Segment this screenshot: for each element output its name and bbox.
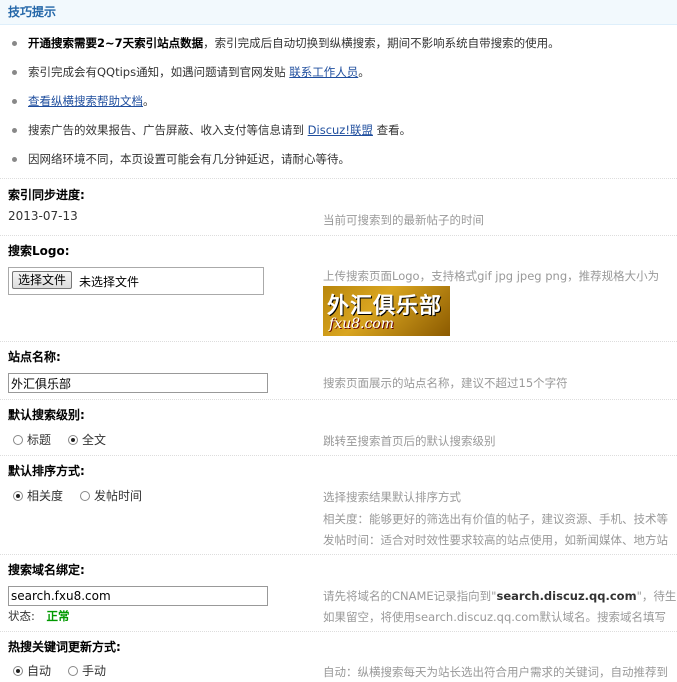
default-level-label: 默认搜索级别: <box>8 408 85 422</box>
logo-text-en: fxu8.com <box>329 316 394 332</box>
radio-label: 相关度 <box>27 489 64 503</box>
file-status-text: 未选择文件 <box>79 275 140 289</box>
tip-text: 因网络环境不同，本页设置可能会有几分钟延迟，请耐心等待。 <box>28 152 350 166</box>
radio-label: 手动 <box>82 664 107 678</box>
site-name-tip: 搜索页面展示的站点名称，建议不超过15个字符 <box>323 376 568 390</box>
divider <box>0 631 677 632</box>
tip-item: 查看纵横搜索帮助文档。 <box>0 87 677 116</box>
default-sort-tip-time: 发帖时间：适合对时效性要求较高的站点使用，如新闻媒体、地方站 <box>323 533 668 547</box>
radio-circle-icon[interactable] <box>13 490 23 501</box>
domain-input[interactable] <box>8 586 268 606</box>
status-label: 状态: <box>8 609 35 623</box>
tip-item: 因网络环境不同，本页设置可能会有几分钟延迟，请耐心等待。 <box>0 145 677 174</box>
choose-file-button[interactable]: 选择文件 <box>12 271 73 289</box>
bullet-icon <box>12 128 17 133</box>
bullet-icon <box>12 41 17 46</box>
search-logo-label: 搜索Logo: <box>8 244 70 258</box>
tip-item: 开通搜索需要2~7天索引站点数据，索引完成后自动切换到纵横搜索，期间不影响系统自… <box>0 29 677 58</box>
tip-text: 索引完成会有QQtips通知，如遇问题请到官网发贴 <box>28 65 290 79</box>
divider <box>0 178 677 179</box>
radio-circle-icon[interactable] <box>68 665 78 676</box>
help-doc-link[interactable]: 查看纵横搜索帮助文档 <box>28 94 143 108</box>
site-name-label: 站点名称: <box>8 350 61 364</box>
bullet-icon <box>12 99 17 104</box>
default-sort-tip: 选择搜索结果默认排序方式 <box>323 490 461 504</box>
default-sort-tip-relevance: 相关度：能够更好的筛选出有价值的帖子，建议资源、手机、技术等 <box>323 512 668 526</box>
domain-bind-tip2: 如果留空，将使用search.discuz.qq.com默认域名。搜索域名填写 <box>323 610 666 624</box>
radio-circle-icon[interactable] <box>80 490 90 501</box>
radio-hot-auto[interactable]: 自动 <box>13 662 51 679</box>
bullet-icon <box>12 70 17 75</box>
tip-domain: search.discuz.qq.com <box>496 589 637 603</box>
radio-sort-relevance[interactable]: 相关度 <box>13 487 63 504</box>
divider <box>0 455 677 456</box>
tip-text: 。 <box>143 94 155 108</box>
tips-header: 技巧提示 <box>0 0 677 25</box>
index-progress-label: 索引同步进度: <box>8 188 85 202</box>
tip-text: 查看。 <box>372 123 412 137</box>
default-sort-label: 默认排序方式: <box>8 464 85 478</box>
radio-label: 发帖时间 <box>94 489 143 503</box>
tip-text: 请先将域名的CNAME记录指向到" <box>323 589 497 603</box>
divider <box>0 554 677 555</box>
hot-keywords-tip: 自动：纵横搜索每天为站长选出符合用户需求的关键词，自动推荐到 <box>323 665 668 679</box>
radio-label: 全文 <box>82 433 107 447</box>
divider <box>0 399 677 400</box>
logo-file-input[interactable]: 选择文件 未选择文件 <box>8 267 264 295</box>
divider <box>0 235 677 236</box>
hot-keywords-label: 热搜关键词更新方式: <box>8 640 121 654</box>
contact-staff-link[interactable]: 联系工作人员 <box>289 65 358 79</box>
radio-label: 标题 <box>27 433 52 447</box>
radio-sort-time[interactable]: 发帖时间 <box>80 487 142 504</box>
radio-circle-icon[interactable] <box>68 434 78 445</box>
tips-list: 开通搜索需要2~7天索引站点数据，索引完成后自动切换到纵横搜索，期间不影响系统自… <box>0 25 677 174</box>
radio-circle-icon[interactable] <box>13 434 23 445</box>
search-logo-tip: 上传搜索页面Logo，支持格式gif jpg jpeg png，推荐规格大小为 <box>323 269 660 283</box>
tip-text: ，索引完成后自动切换到纵横搜索，期间不影响系统自带搜索的使用。 <box>203 36 560 50</box>
tip-item: 搜索广告的效果报告、广告屏蔽、收入支付等信息请到 Discuz!联盟 查看。 <box>0 116 677 145</box>
bullet-icon <box>12 157 17 162</box>
tip-text: 搜索广告的效果报告、广告屏蔽、收入支付等信息请到 <box>28 123 308 137</box>
domain-bind-tip: 请先将域名的CNAME记录指向到"search.discuz.qq.com"，待… <box>323 588 676 604</box>
logo-preview-image: 外汇俱乐部 fxu8.com <box>323 286 450 336</box>
tip-item: 索引完成会有QQtips通知，如遇问题请到官网发贴 联系工作人员。 <box>0 58 677 87</box>
discuz-union-link[interactable]: Discuz!联盟 <box>308 123 373 137</box>
divider <box>0 341 677 342</box>
tip-text: 。 <box>358 65 370 79</box>
index-progress-value: 2013-07-13 <box>8 209 78 223</box>
index-progress-tip: 当前可搜索到的最新帖子的时间 <box>323 213 484 227</box>
tip-bold: 开通搜索需要2~7天索引站点数据 <box>28 36 204 50</box>
radio-label: 自动 <box>27 664 52 678</box>
status-badge: 正常 <box>46 609 70 623</box>
site-name-input[interactable] <box>8 373 268 393</box>
domain-bind-label: 搜索域名绑定: <box>8 563 85 577</box>
radio-level-title[interactable]: 标题 <box>13 431 51 448</box>
radio-circle-icon[interactable] <box>13 665 23 676</box>
radio-hot-manual[interactable]: 手动 <box>68 662 106 679</box>
domain-status: 状态: 正常 <box>8 608 70 624</box>
default-level-tip: 跳转至搜索首页后的默认搜索级别 <box>323 434 496 448</box>
tip-text: "，待生 <box>636 589 677 603</box>
radio-level-fulltext[interactable]: 全文 <box>68 431 106 448</box>
